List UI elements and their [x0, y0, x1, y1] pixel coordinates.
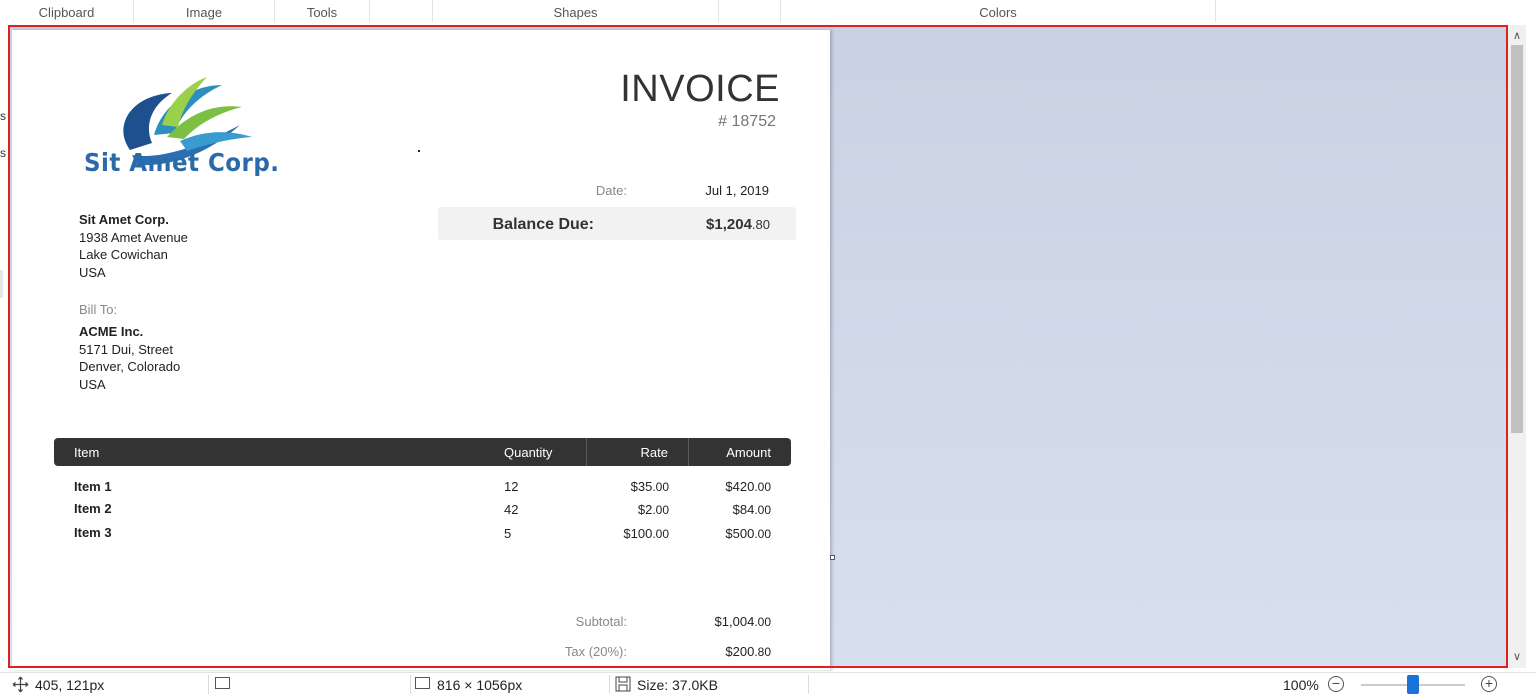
- to-line2: Denver, Colorado: [79, 359, 181, 374]
- ribbon-group-image[interactable]: Image: [134, 0, 275, 22]
- canvas-dot: [418, 150, 420, 152]
- row2-rate-main: $2: [637, 502, 653, 517]
- ribbon-group-spacer-2: [719, 0, 781, 22]
- row1-amount-main: $420: [725, 479, 755, 494]
- row2-item: Item 2: [74, 501, 112, 516]
- to-line1: 5171 Dui, Street: [79, 341, 173, 357]
- subtotal-label: Subtotal:: [575, 614, 627, 629]
- move-cursor-icon: [12, 676, 29, 693]
- disk-icon: [615, 676, 631, 692]
- ribbon-group-colors[interactable]: Colors: [781, 0, 1216, 22]
- company-logo-text: Sit Amet Corp.: [84, 148, 280, 177]
- clipped-sidebar-text: s: [0, 146, 6, 160]
- balance-due-main: $1,204: [706, 216, 752, 233]
- row2-amount-cents: .00: [754, 503, 771, 517]
- vertical-scrollbar[interactable]: ∧ ∨: [1508, 25, 1526, 668]
- ribbon-group-labels: Clipboard Image Tools Shapes Colors: [0, 0, 1536, 24]
- zoom-level: 100%: [1283, 677, 1319, 693]
- status-divider: [609, 675, 610, 694]
- invoice-number: # 18752: [718, 113, 776, 130]
- row1-amount-cents: .00: [754, 480, 771, 494]
- col-divider: [586, 438, 587, 466]
- status-divider: [808, 675, 809, 694]
- row3-rate-main: $100: [623, 526, 653, 541]
- from-address: Sit Amet Corp. 1938 Amet Avenue Lake Cow…: [79, 211, 188, 281]
- row3-amount: $500.00: [725, 526, 771, 541]
- balance-due-cents: .80: [751, 217, 770, 232]
- date-value: Jul 1, 2019: [705, 183, 769, 198]
- scroll-down-icon[interactable]: ∨: [1508, 648, 1526, 666]
- row1-item: Item 1: [74, 479, 112, 494]
- subtotal-main: $1,004: [714, 614, 755, 629]
- resize-handle[interactable]: [830, 555, 835, 560]
- row2-rate: $2.00: [638, 502, 669, 517]
- tax-value: $200.80: [725, 644, 771, 659]
- tax-main: $200: [725, 644, 755, 659]
- from-name: Sit Amet Corp.: [79, 212, 169, 227]
- ribbon-group-spacer: [370, 0, 433, 22]
- tax-cents: .80: [754, 645, 771, 659]
- row1-rate-main: $35: [630, 479, 653, 494]
- from-line1: 1938 Amet Avenue: [79, 229, 188, 245]
- date-label: Date:: [595, 183, 627, 198]
- company-logo-icon: [123, 77, 252, 166]
- table-header: Item Quantity Rate Amount: [54, 438, 791, 466]
- row3-amount-main: $500: [725, 526, 755, 541]
- col-quantity: Quantity: [504, 445, 553, 460]
- balance-due-box: Balance Due: $1,204.80: [438, 207, 796, 240]
- row2-amount: $84.00: [733, 502, 771, 517]
- invoice-canvas[interactable]: Sit Amet Corp. INVOICE # 18752 Date: Jul…: [12, 30, 830, 670]
- row3-rate: $100.00: [623, 526, 669, 541]
- from-line2: Lake Cowichan: [79, 247, 168, 262]
- to-address: ACME Inc. 5171 Dui, Street Denver, Color…: [79, 323, 180, 393]
- zoom-slider-thumb[interactable]: [1407, 675, 1419, 694]
- scroll-thumb[interactable]: [1511, 45, 1523, 433]
- row3-rate-cents: .00: [652, 527, 669, 541]
- row2-qty: 42: [504, 502, 519, 517]
- scroll-up-icon[interactable]: ∧: [1508, 27, 1526, 45]
- row3-amount-cents: .00: [754, 527, 771, 541]
- row1-qty: 12: [504, 479, 519, 494]
- subtotal-value: $1,004.00: [715, 614, 771, 629]
- status-bar: 405, 121px 816 × 1056px Size: 37.0KB 100…: [0, 672, 1536, 694]
- balance-due-label: Balance Due:: [492, 216, 594, 233]
- to-name: ACME Inc.: [79, 324, 144, 339]
- row2-rate-cents: .00: [652, 503, 669, 517]
- status-divider: [410, 675, 411, 694]
- image-size-icon: [415, 677, 430, 689]
- left-panel-edge: [0, 270, 3, 298]
- row1-rate-cents: .00: [652, 480, 669, 494]
- selection-size-icon: [215, 677, 230, 689]
- zoom-out-button[interactable]: −: [1328, 676, 1344, 692]
- col-item: Item: [74, 445, 100, 460]
- zoom-in-button[interactable]: +: [1481, 676, 1497, 692]
- col-rate: Rate: [640, 445, 668, 460]
- invoice-title: INVOICE: [620, 68, 780, 110]
- image-dimensions: 816 × 1056px: [437, 677, 523, 693]
- row1-amount: $420.00: [725, 479, 771, 494]
- from-line3: USA: [79, 264, 106, 280]
- ribbon-group-clipboard[interactable]: Clipboard: [0, 0, 134, 22]
- subtotal-cents: .00: [754, 615, 771, 629]
- cursor-position: 405, 121px: [35, 677, 105, 693]
- bill-to-label: Bill To:: [79, 302, 118, 317]
- ribbon-group-shapes[interactable]: Shapes: [433, 0, 719, 22]
- col-divider: [688, 438, 689, 466]
- row1-rate: $35.00: [631, 479, 669, 494]
- row3-item: Item 3: [74, 525, 112, 540]
- row3-qty: 5: [504, 526, 512, 541]
- tax-label: Tax (20%):: [564, 644, 627, 659]
- col-amount: Amount: [726, 445, 771, 460]
- status-divider: [208, 675, 209, 694]
- file-size: Size: 37.0KB: [637, 677, 718, 693]
- ribbon-group-tools[interactable]: Tools: [275, 0, 370, 22]
- clipped-sidebar-text: s: [0, 109, 6, 123]
- balance-due-value: $1,204.80: [706, 216, 770, 233]
- row2-amount-main: $84: [732, 502, 755, 517]
- to-line3: USA: [79, 376, 106, 392]
